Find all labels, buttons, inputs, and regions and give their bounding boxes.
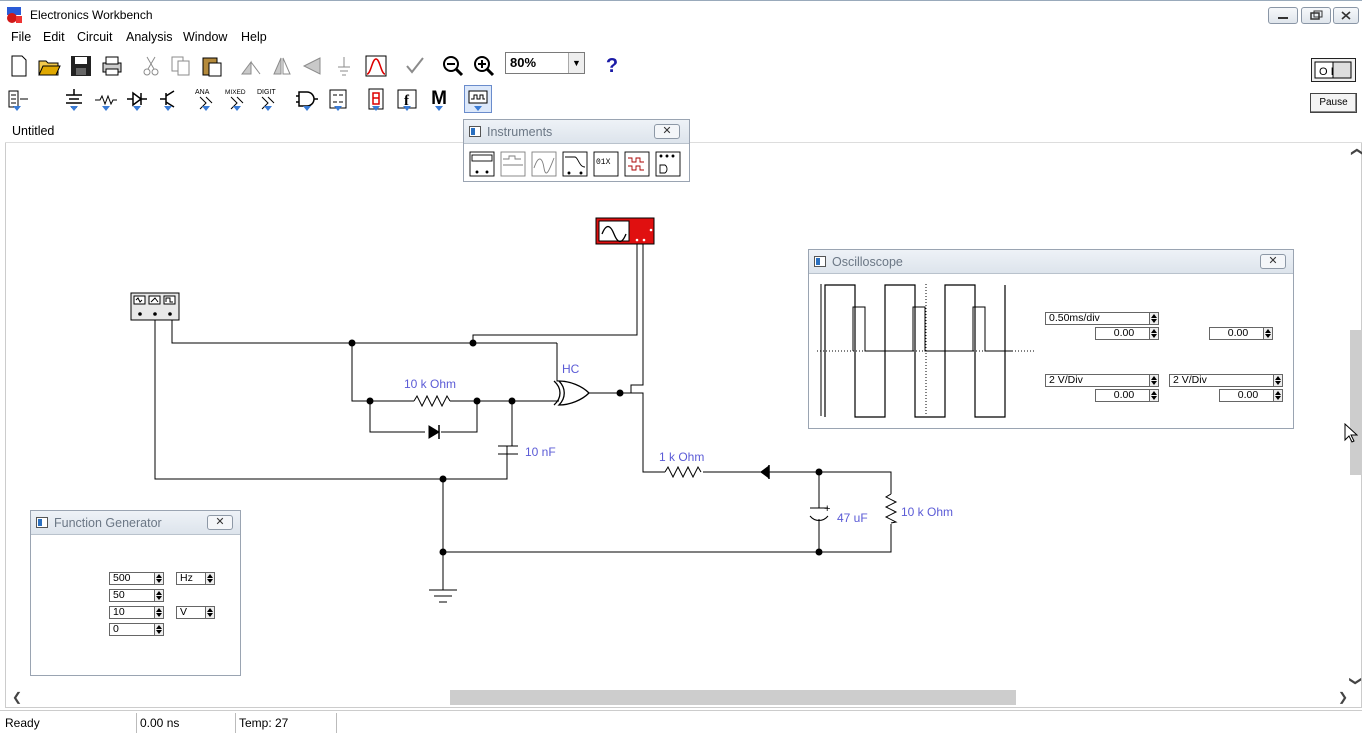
function-generator-close-button[interactable]: ✕ <box>207 515 233 530</box>
amplitude-unit-field[interactable]: V <box>176 606 206 619</box>
oscilloscope-close-button[interactable]: ✕ <box>1260 254 1286 269</box>
vertical-scrollbar-thumb[interactable] <box>1350 330 1362 475</box>
channel-a-position-field[interactable]: 0.00 <box>1095 389 1150 402</box>
offset-spinner[interactable] <box>154 623 164 636</box>
channel-b-scale-spinner[interactable] <box>1273 374 1283 387</box>
duty-cycle-field[interactable]: 50 <box>109 589 155 602</box>
status-bar: Ready 0.00 ns Temp: 27 <box>0 710 1362 734</box>
scroll-left-icon[interactable]: ❮ <box>12 690 22 704</box>
oscilloscope-screen <box>817 284 1035 418</box>
scroll-down-icon[interactable]: ❯ <box>1349 676 1362 686</box>
bode-plotter-instrument-icon[interactable] <box>562 151 588 177</box>
amplitude-spinner[interactable] <box>154 606 164 619</box>
panel-icon <box>469 126 481 137</box>
resistor-r1-label: 10 k Ohm <box>404 377 456 391</box>
status-temperature: Temp: 27 <box>235 713 336 733</box>
oscilloscope-instrument-icon[interactable] <box>531 151 557 177</box>
instruments-panel-title: Instruments <box>487 125 553 139</box>
timebase-spinner[interactable] <box>1149 312 1159 325</box>
logic-converter-instrument-icon[interactable] <box>655 151 681 177</box>
instrument-icons-row: 01X <box>469 151 681 177</box>
channel-a-scale-field[interactable]: 2 V/Div <box>1045 374 1150 387</box>
horizontal-scrollbar-thumb[interactable] <box>450 690 1016 705</box>
function-generator-panel: Function Generator ✕ 500 Hz 50 10 V 0 <box>30 510 241 676</box>
word-generator-instrument-icon[interactable]: 01X <box>593 151 619 177</box>
status-message <box>336 713 1356 733</box>
logic-analyzer-instrument-icon[interactable] <box>624 151 650 177</box>
oscilloscope-instrument[interactable] <box>595 217 655 245</box>
timebase-field[interactable]: 0.50ms/div <box>1045 312 1150 325</box>
scroll-up-icon[interactable]: ❯ <box>1349 147 1362 157</box>
multimeter-instrument-icon[interactable] <box>469 151 495 177</box>
channel-a-scale-spinner[interactable] <box>1149 374 1159 387</box>
oscilloscope-panel-header[interactable]: Oscilloscope ✕ <box>809 250 1293 274</box>
frequency-unit-field[interactable]: Hz <box>176 572 206 585</box>
frequency-field[interactable]: 500 <box>109 572 155 585</box>
function-generator-instrument[interactable] <box>130 292 180 321</box>
duty-cycle-spinner[interactable] <box>154 589 164 602</box>
function-generator-instrument-icon[interactable] <box>500 151 526 177</box>
resistor-r3-label: 10 k Ohm <box>901 505 953 519</box>
junction-dots <box>348 339 823 556</box>
svg-text:01X: 01X <box>596 158 611 167</box>
channel-b-position-spinner[interactable] <box>1273 389 1283 402</box>
channel-b-position-field[interactable]: 0.00 <box>1219 389 1274 402</box>
resistor-r2-label: 1 k Ohm <box>659 450 704 464</box>
mouse-cursor-icon <box>1344 423 1358 443</box>
oscilloscope-panel: Oscilloscope ✕ 0.50ms/div 0.00 0.00 2 V/… <box>808 249 1294 429</box>
function-generator-panel-title: Function Generator <box>54 516 162 530</box>
channel-b-scale-field[interactable]: 2 V/Div <box>1169 374 1274 387</box>
frequency-unit-spinner[interactable] <box>205 572 215 585</box>
instruments-close-button[interactable]: ✕ <box>654 124 680 139</box>
capacitor-c1-label: 10 nF <box>525 445 556 459</box>
instruments-panel: Instruments ✕ 01X <box>463 119 690 182</box>
channel-a-position-spinner[interactable] <box>1149 389 1159 402</box>
panel-icon <box>814 256 826 267</box>
channel-a-trace <box>824 284 1006 418</box>
channel-b-trace <box>852 306 1013 352</box>
gate-label: HC <box>562 362 580 376</box>
trigger-level-spinner[interactable] <box>1263 327 1273 340</box>
frequency-spinner[interactable] <box>154 572 164 585</box>
amplitude-unit-spinner[interactable] <box>205 606 215 619</box>
instruments-panel-header[interactable]: Instruments ✕ <box>464 120 689 144</box>
status-state: Ready <box>5 716 40 730</box>
status-simulation-time: 0.00 ns <box>136 713 235 733</box>
capacitor-c2-polarity: + <box>824 503 830 515</box>
function-generator-panel-header[interactable]: Function Generator ✕ <box>31 511 240 535</box>
x-position-spinner[interactable] <box>1149 327 1159 340</box>
panel-icon <box>36 517 48 528</box>
x-position-field[interactable]: 0.00 <box>1095 327 1150 340</box>
scroll-right-icon[interactable]: ❯ <box>1338 690 1348 704</box>
trigger-level-field[interactable]: 0.00 <box>1209 327 1264 340</box>
oscilloscope-panel-title: Oscilloscope <box>832 255 903 269</box>
capacitor-c2-label: 47 uF <box>837 511 868 525</box>
offset-field[interactable]: 0 <box>109 623 155 636</box>
amplitude-field[interactable]: 10 <box>109 606 155 619</box>
